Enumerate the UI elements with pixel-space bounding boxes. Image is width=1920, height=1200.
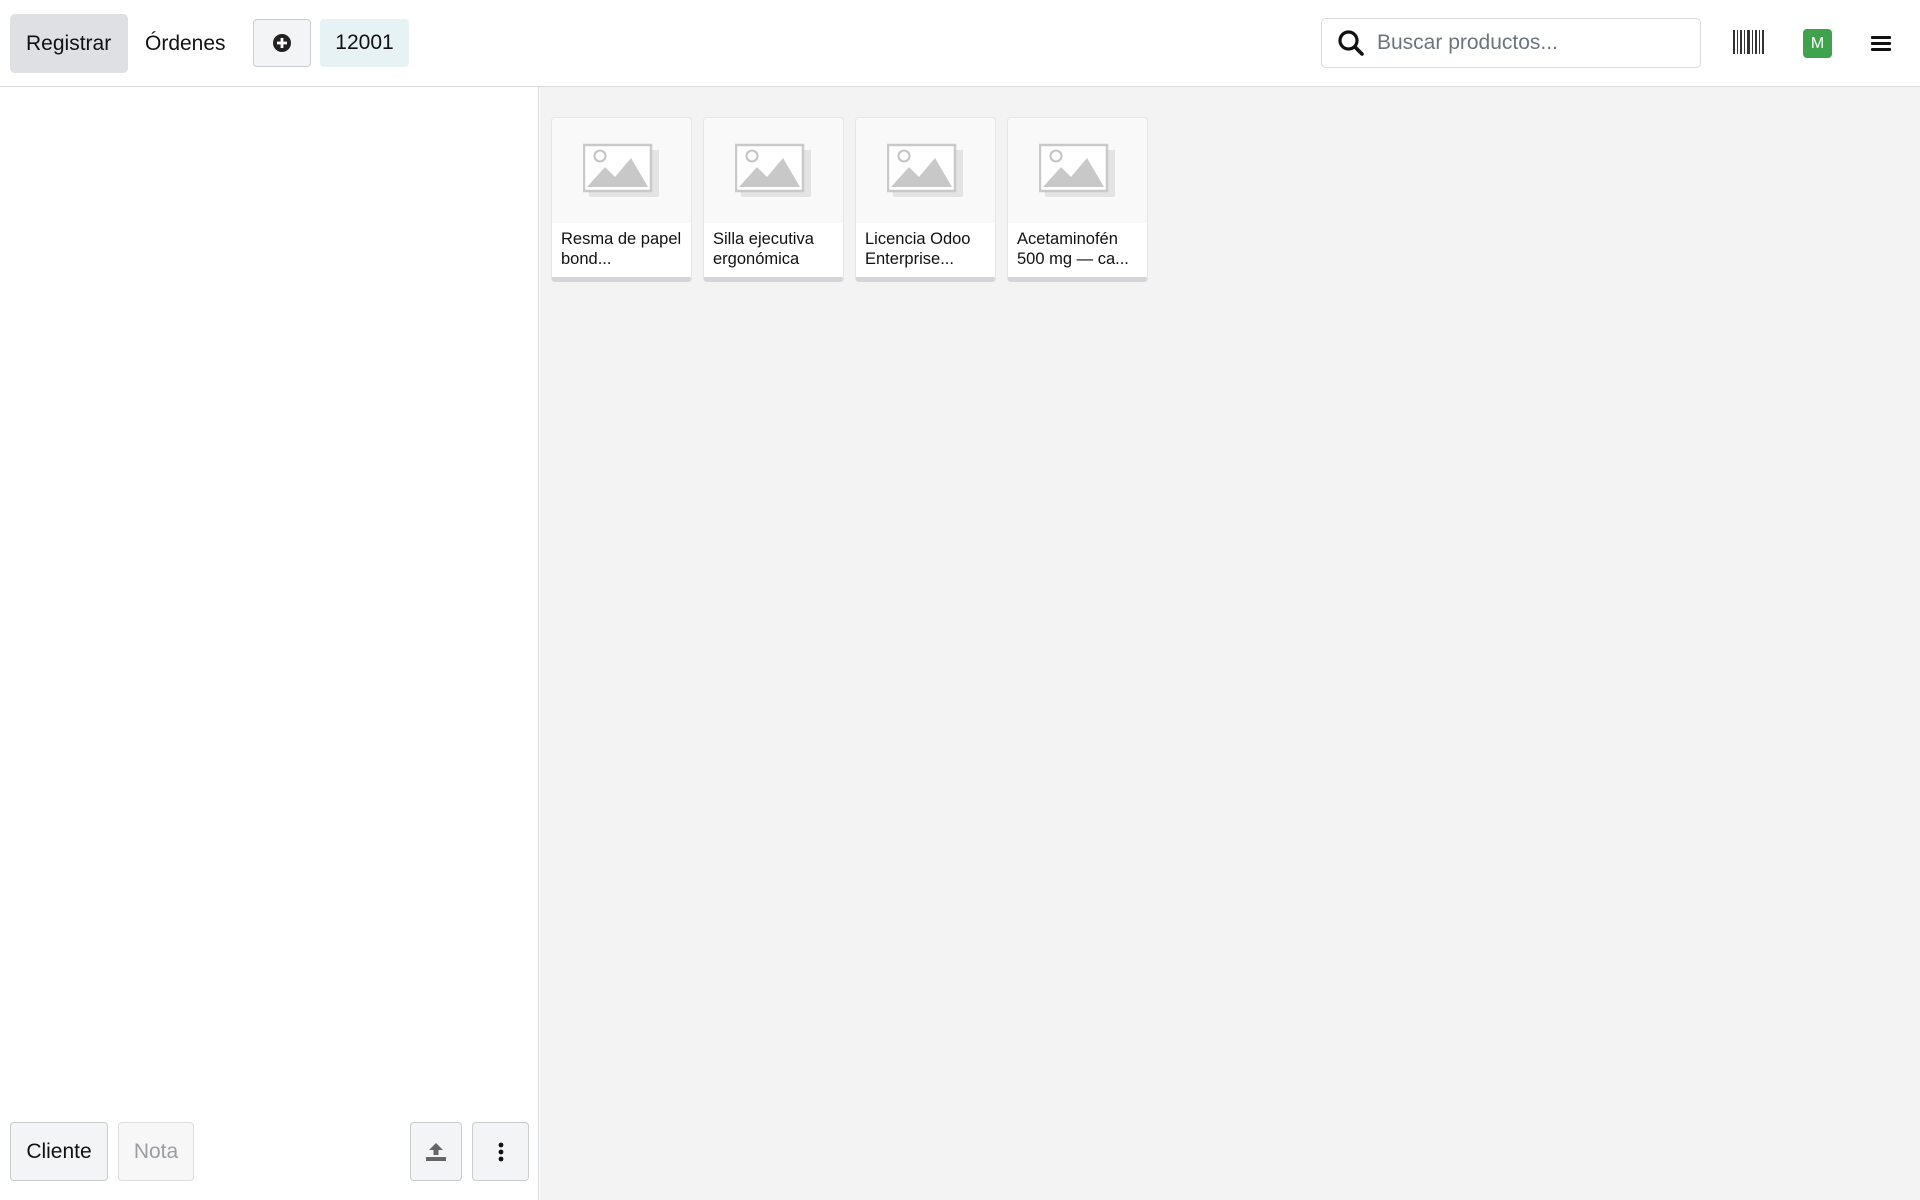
orders-tab[interactable]: Órdenes [129, 14, 249, 73]
order-panel [0, 87, 539, 1200]
image-placeholder-icon [1038, 143, 1115, 197]
note-button[interactable]: Nota [118, 1122, 194, 1181]
product-card[interactable]: Resma de papel bond... [551, 117, 692, 282]
product-name: Licencia Odoo Enterprise... [865, 230, 971, 268]
barcode-icon[interactable] [1733, 28, 1765, 58]
register-tab[interactable]: Registrar [10, 14, 128, 73]
more-options-button[interactable] [472, 1122, 529, 1181]
order-tab[interactable]: 12001 [320, 19, 409, 67]
product-image [704, 118, 843, 223]
user-avatar[interactable]: M [1803, 29, 1832, 58]
product-name: Acetaminofén 500 mg — ca... [1017, 230, 1129, 268]
vertical-dots-icon [498, 1142, 503, 1161]
plus-circle-icon [273, 34, 291, 52]
product-card[interactable]: Silla ejecutiva ergonómica [703, 117, 844, 282]
product-image [856, 118, 995, 223]
product-image [1008, 118, 1147, 223]
hamburger-menu-icon[interactable] [1870, 33, 1892, 53]
product-card[interactable]: Licencia Odoo Enterprise... [855, 117, 996, 282]
product-name: Resma de papel bond... [561, 230, 682, 268]
image-placeholder-icon [886, 143, 963, 197]
product-card[interactable]: Acetaminofén 500 mg — ca... [1007, 117, 1148, 282]
upload-icon [426, 1142, 446, 1161]
product-search [1321, 18, 1701, 68]
customer-button[interactable]: Cliente [10, 1122, 108, 1181]
search-icon [1338, 30, 1364, 56]
image-placeholder-icon [582, 143, 659, 197]
upload-button[interactable] [410, 1122, 462, 1181]
product-name: Silla ejecutiva ergonómica [713, 230, 814, 268]
image-placeholder-icon [734, 143, 811, 197]
top-bar: Registrar Órdenes 12001 M [0, 0, 1920, 87]
product-image [552, 118, 691, 223]
new-order-button[interactable] [253, 19, 311, 67]
search-input[interactable] [1377, 31, 1687, 55]
